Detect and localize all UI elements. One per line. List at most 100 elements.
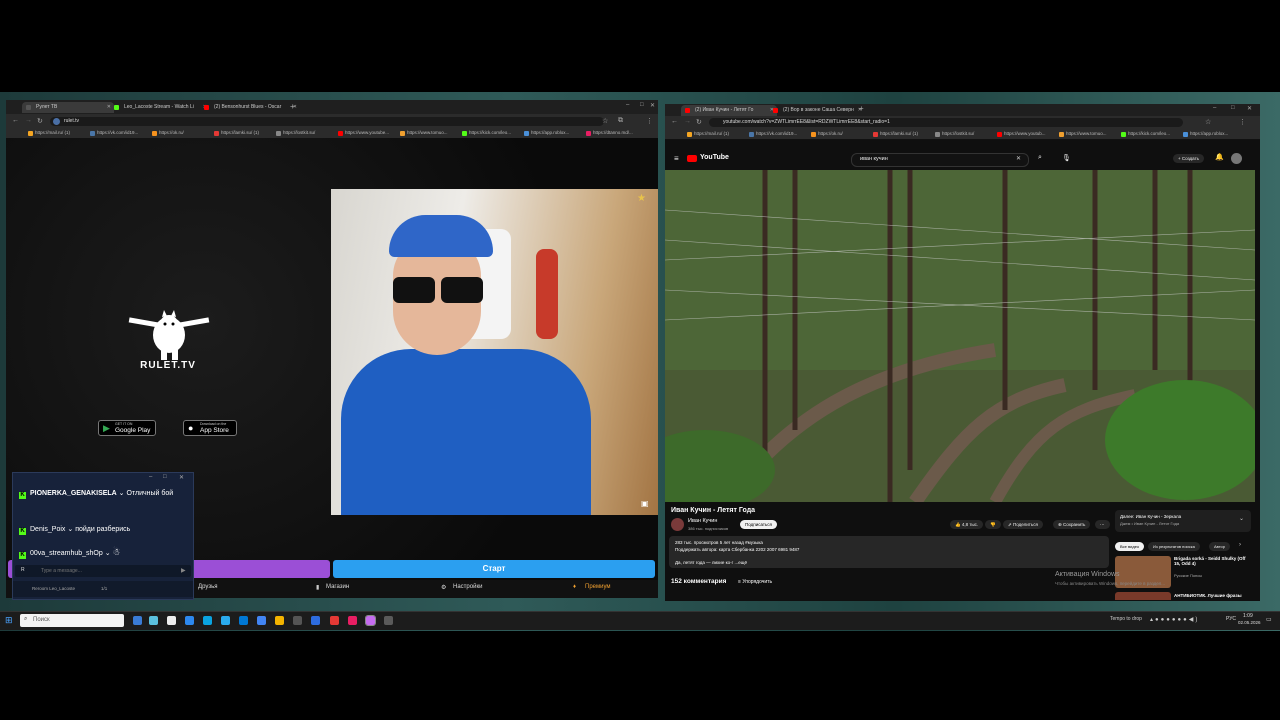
bookmark-item[interactable]: https://vk.com/id19...	[90, 130, 138, 136]
chat-username[interactable]: Denis_Poix	[30, 526, 65, 533]
chrome-icon[interactable]	[257, 616, 266, 625]
app-icon[interactable]	[203, 616, 212, 625]
dislike-button[interactable]: 👎	[985, 520, 1001, 529]
clock-time[interactable]: 1:09	[1243, 613, 1253, 619]
description-box[interactable]: 283 тыс. просмотров 5 лет назад #музыка …	[669, 536, 1109, 568]
search-input[interactable]: иван кучин ✕	[851, 153, 1029, 167]
chat-username[interactable]: 00va_streamhub_shOp	[30, 550, 103, 557]
bookmark-item[interactable]: https://ok.ru/	[152, 130, 184, 136]
bookmark-item[interactable]: https://app.roblox...	[1183, 131, 1228, 137]
chip-all[interactable]: Все видео	[1115, 542, 1145, 551]
bookmark-item[interactable]: https://www.tomuo...	[1059, 131, 1107, 137]
new-tab-icon[interactable]: +	[859, 104, 864, 113]
channel-avatar[interactable]	[671, 518, 684, 531]
tray-icons[interactable]: ▴●●●●●●◀)	[1150, 616, 1199, 623]
site-info-icon[interactable]	[53, 118, 60, 125]
yandex-icon[interactable]	[330, 616, 339, 625]
related-title[interactable]: АНТИБИОТИК. Лучшие фразы	[1174, 593, 1242, 598]
bookmark-item[interactable]: https://ok.ru/	[811, 131, 843, 137]
close-window-icon[interactable]: ✕	[650, 102, 655, 109]
like-button[interactable]: 👍 4,8 тыс.	[950, 520, 984, 529]
youtube-logo-icon[interactable]	[687, 155, 697, 162]
mail-icon[interactable]	[239, 616, 248, 625]
bookmark-item[interactable]: https://lamki.su/ (1)	[873, 131, 918, 137]
extensions-icon[interactable]: ⧉	[618, 117, 623, 125]
address-bar[interactable]: youtube.com/watch?v=ZWTLimrrEE8&list=RDZ…	[709, 118, 1183, 127]
tab-youtube-active[interactable]: (2) Иван Кучин - Летят Го ✕	[681, 105, 777, 116]
clock-date[interactable]: 02.05.2026	[1238, 620, 1261, 625]
star-icon[interactable]: ☆	[1205, 118, 1211, 126]
task-view-icon[interactable]	[133, 616, 142, 625]
chevron-right-icon[interactable]: ›	[1239, 542, 1241, 548]
avatar[interactable]	[1231, 153, 1242, 164]
nav-settings[interactable]: Настройки	[453, 584, 482, 590]
menu-icon[interactable]: ⋮	[1239, 118, 1246, 126]
create-button[interactable]: + Создать	[1173, 154, 1204, 163]
edge-icon[interactable]	[149, 616, 158, 625]
minimize-icon[interactable]: –	[626, 102, 629, 108]
bookmark-item[interactable]: https://dtanno.md/...	[586, 130, 633, 136]
maximize-icon[interactable]: □	[640, 102, 644, 108]
close-icon[interactable]: ✕	[179, 474, 184, 481]
language-indicator[interactable]: РУС	[1226, 616, 1236, 622]
bookmark-item[interactable]: https://mail.ru/ (1)	[687, 131, 729, 137]
tab-youtube-2[interactable]: (2) Вор в законе Саша Северн ✕	[769, 105, 865, 116]
microphone-icon[interactable]: 🎙	[1062, 154, 1071, 162]
bookmark-item[interactable]: https://kick.com/leo...	[1121, 131, 1170, 137]
reload-icon[interactable]: ↻	[696, 118, 702, 126]
telegram-icon[interactable]	[221, 616, 230, 625]
share-button[interactable]: ⇗ Поделиться	[1003, 520, 1043, 529]
bookmark-item[interactable]: https://www.youtub...	[997, 131, 1046, 137]
address-bar[interactable]: rulet.tv	[50, 117, 604, 126]
notification-icon[interactable]: ▭	[1266, 616, 1272, 623]
bookmark-item[interactable]: https://lamki.su/ (1)	[214, 130, 259, 136]
windows-start-icon[interactable]: ⊞	[5, 615, 13, 626]
tab-rulet[interactable]: Рулет ТВ ✕	[22, 102, 114, 113]
close-window-icon[interactable]: ✕	[1247, 105, 1252, 112]
bookmark-item[interactable]: https://lostkit.su/	[276, 130, 315, 136]
app-icon[interactable]	[348, 616, 357, 625]
bookmark-item[interactable]: https://app.roblox...	[524, 130, 569, 136]
nav-friends[interactable]: Друзья	[198, 584, 217, 590]
hamburger-menu-icon[interactable]: ≡	[674, 154, 679, 163]
back-icon[interactable]: ←	[12, 117, 19, 124]
video-player[interactable]	[665, 170, 1255, 502]
sort-button[interactable]: ≡ Упорядочить	[738, 579, 772, 585]
tab-youtube[interactable]: (2) Bensonhurst Blues - Oscar ✕	[200, 102, 300, 113]
new-tab-icon[interactable]: +	[290, 102, 295, 111]
clear-icon[interactable]: ✕	[1016, 155, 1021, 162]
related-thumbnail[interactable]	[1115, 592, 1171, 600]
app-icon[interactable]	[365, 615, 376, 626]
app-store-button[interactable]: ● Download on the App Store	[183, 420, 237, 436]
chevron-down-icon[interactable]: ⌄	[1239, 515, 1244, 522]
save-button[interactable]: ⊕ Сохранить	[1053, 520, 1091, 529]
back-icon[interactable]: ←	[671, 118, 678, 125]
tab-kick[interactable]: Leo_Lacoste Stream - Watch Li ✕	[110, 102, 210, 113]
camera-icon[interactable]: ▣	[641, 499, 649, 508]
bookmark-item[interactable]: https://lostkit.su/	[935, 131, 974, 137]
bookmark-item[interactable]: https://www.tomuo...	[400, 130, 448, 136]
arrow-app-icon[interactable]	[167, 616, 176, 625]
minimize-icon[interactable]: –	[1213, 105, 1216, 111]
bookmark-item[interactable]: https://kick.com/leo...	[462, 130, 511, 136]
app-icon[interactable]	[293, 616, 302, 625]
taskbar-search[interactable]: ⌕ Поиск	[20, 614, 124, 627]
forward-icon[interactable]: →	[684, 118, 691, 125]
youtube-logo-text[interactable]: YouTube	[700, 154, 729, 161]
app-icon[interactable]	[384, 616, 393, 625]
store-icon[interactable]	[185, 616, 194, 625]
google-play-button[interactable]: ▶ GET IT ON Google Play	[98, 420, 156, 436]
chat-input[interactable]: R Type a message... ▶	[15, 565, 191, 577]
related-title[interactable]: Brigada sorká - Seidd Shulky (Off 15, Od…	[1174, 556, 1250, 566]
maximize-icon[interactable]: □	[163, 474, 167, 480]
maximize-icon[interactable]: □	[1231, 105, 1235, 111]
bookmark-item[interactable]: https://mail.ru/ (1)	[28, 130, 70, 136]
more-icon[interactable]: ⋯	[1095, 520, 1110, 529]
notifications-bell-icon[interactable]: 🔔	[1215, 153, 1224, 161]
send-icon[interactable]: ▶	[181, 567, 186, 574]
app-icon[interactable]	[275, 616, 284, 625]
nav-shop[interactable]: Магазин	[326, 584, 349, 590]
forward-icon[interactable]: →	[25, 117, 32, 124]
minimize-icon[interactable]: –	[149, 474, 152, 480]
chat-username[interactable]: PIONERKA_GENAKISELA	[30, 490, 117, 497]
